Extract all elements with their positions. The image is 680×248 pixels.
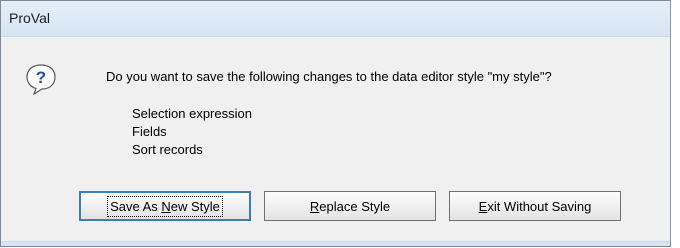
save-as-new-style-label: Save As New Style [107, 195, 223, 217]
replace-style-label: Replace Style [309, 198, 391, 214]
replace-style-button[interactable]: Replace Style [264, 191, 436, 221]
change-item: Selection expression [132, 106, 252, 121]
changes-list: Selection expression Fields Sort records [132, 105, 252, 159]
window-title: ProVal [9, 10, 50, 26]
svg-text:?: ? [36, 68, 46, 87]
change-item: Fields [132, 124, 167, 139]
exit-without-saving-button[interactable]: Exit Without Saving [449, 191, 621, 221]
exit-without-saving-label: Exit Without Saving [478, 198, 592, 214]
window-bottom-border [1, 241, 670, 246]
question-icon: ? [26, 64, 56, 95]
change-item: Sort records [132, 142, 203, 157]
save-as-new-style-button[interactable]: Save As New Style [79, 191, 251, 221]
dialog-message: Do you want to save the following change… [106, 69, 552, 84]
title-bar[interactable]: ProVal [1, 1, 670, 37]
dialog-window: ProVal ? Do you want to save the followi… [0, 0, 671, 247]
